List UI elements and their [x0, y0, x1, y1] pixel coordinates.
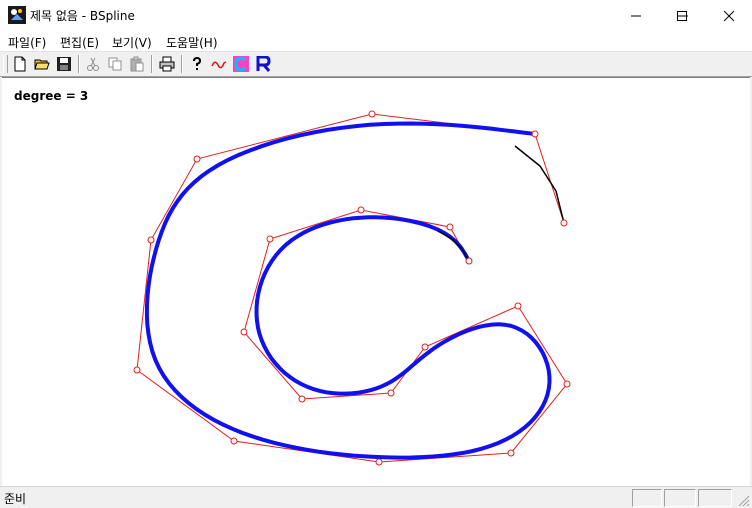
save-button[interactable]: [54, 54, 74, 74]
title-bar: 제목 없음 - BSpline: [0, 0, 752, 31]
status-bar: 준비: [0, 486, 752, 508]
r-letter-icon: [256, 56, 271, 72]
reset-button[interactable]: [253, 54, 273, 74]
print-button[interactable]: [157, 54, 177, 74]
control-point[interactable]: [193, 155, 201, 163]
status-pane-caps: [632, 489, 662, 507]
about-button[interactable]: [187, 54, 207, 74]
control-point[interactable]: [446, 223, 454, 231]
toolbar-separator: [151, 55, 153, 73]
close-icon: [723, 10, 735, 22]
control-point[interactable]: [240, 328, 248, 336]
window-title: 제목 없음 - BSpline: [30, 9, 135, 23]
toolbar: [0, 52, 752, 77]
copy-icon: [108, 57, 122, 71]
control-point[interactable]: [514, 302, 522, 310]
open-folder-icon: [34, 59, 50, 70]
control-point[interactable]: [133, 366, 141, 374]
c-letter-icon: [233, 56, 249, 72]
clear-button[interactable]: [231, 54, 251, 74]
toolbar-separator: [181, 55, 183, 73]
control-point[interactable]: [375, 458, 383, 466]
control-point[interactable]: [563, 380, 571, 388]
new-button[interactable]: [10, 54, 30, 74]
clipboard-icon: [130, 56, 144, 72]
control-point[interactable]: [266, 235, 274, 243]
control-point[interactable]: [560, 219, 568, 227]
curve-drawing: [133, 110, 571, 466]
status-pane-num: [664, 489, 696, 507]
curve-tail-outer: [514, 145, 565, 224]
control-point[interactable]: [465, 257, 473, 265]
copy-button[interactable]: [105, 54, 125, 74]
drawing-canvas[interactable]: degree = 3: [2, 77, 750, 486]
printer-icon: [159, 56, 175, 72]
size-grip-icon[interactable]: [736, 493, 750, 507]
control-point[interactable]: [387, 389, 395, 397]
status-pane-scroll: [698, 489, 732, 507]
control-point[interactable]: [421, 343, 429, 351]
control-point[interactable]: [230, 437, 238, 445]
control-point[interactable]: [357, 206, 365, 214]
maximize-button[interactable]: [659, 0, 705, 31]
cut-button[interactable]: [83, 54, 103, 74]
menu-help[interactable]: 도움말(H): [166, 34, 218, 51]
minimize-glyph-icon: [631, 15, 641, 17]
menu-bar: 파일(F) 편집(E) 보기(V) 도움말(H): [0, 31, 752, 52]
help-question-icon: [193, 56, 202, 70]
menu-edit[interactable]: 편집(E): [60, 34, 99, 51]
bspline-curve-outer: [144, 121, 552, 460]
scissors-icon: [87, 57, 99, 71]
paste-button[interactable]: [127, 54, 147, 74]
maximize-icon: [677, 11, 687, 21]
control-point[interactable]: [298, 395, 306, 403]
control-point[interactable]: [368, 110, 376, 118]
app-icon[interactable]: [8, 6, 26, 24]
status-text: 준비: [4, 492, 27, 506]
menu-file[interactable]: 파일(F): [8, 34, 46, 51]
close-button[interactable]: [706, 0, 752, 31]
menu-view[interactable]: 보기(V): [112, 34, 152, 51]
minimize-area[interactable]: [613, 0, 659, 31]
toolbar-separator: [78, 55, 80, 73]
control-point[interactable]: [531, 130, 539, 138]
control-polygon: [136, 113, 568, 463]
red-curve-icon: [211, 61, 227, 69]
control-point[interactable]: [507, 449, 515, 457]
toolbar-grip[interactable]: [3, 55, 8, 73]
control-point[interactable]: [147, 236, 155, 244]
save-disk-icon: [57, 57, 71, 71]
open-button[interactable]: [32, 54, 52, 74]
draw-curve-button[interactable]: [209, 54, 229, 74]
new-file-icon: [14, 56, 26, 72]
